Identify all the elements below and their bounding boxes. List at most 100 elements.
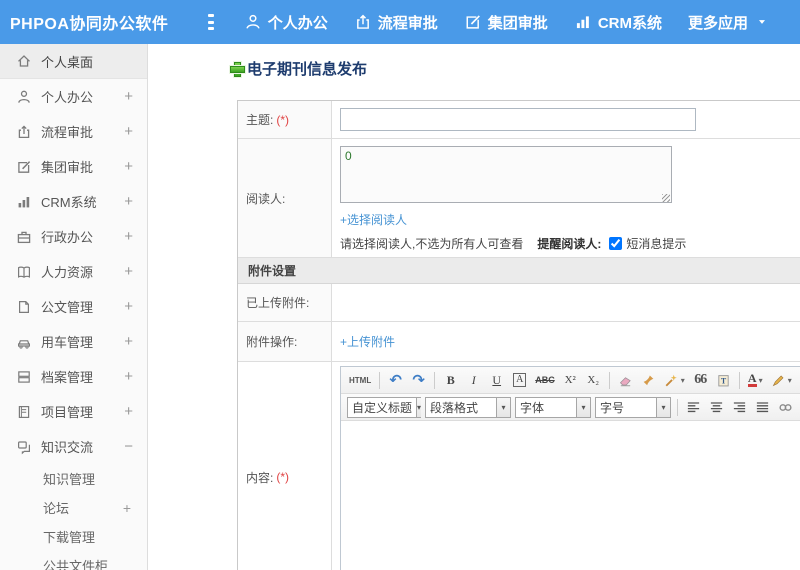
caret-down-icon[interactable]: ▾: [681, 376, 685, 385]
toolbar-separator: [608, 371, 610, 389]
underline-button[interactable]: U: [486, 370, 507, 391]
uploaded-attachments-row: 已上传附件:: [238, 284, 800, 322]
caret-down-icon[interactable]: ▾: [576, 397, 590, 417]
publish-form: 主题: (*) 阅读人: 0 +选择阅读人 请选择阅读人,不选为所有人可查看 提…: [237, 100, 800, 570]
eraser-button[interactable]: [615, 370, 636, 391]
sidebar-item-personal-office[interactable]: 个人办公 +: [0, 79, 147, 114]
font-border-button[interactable]: A: [509, 370, 530, 391]
highlight-button[interactable]: ▾: [768, 370, 795, 391]
expand-plus-icon[interactable]: +: [124, 263, 133, 280]
caret-down-icon[interactable]: ▾: [788, 376, 792, 385]
font-family-select[interactable]: 字体 ▾: [515, 396, 591, 418]
undo-icon: ↶: [389, 372, 402, 389]
sidebar-item-human-resources[interactable]: 人力资源 +: [0, 254, 147, 289]
hamburger-icon[interactable]: [208, 14, 214, 30]
reader-hint-text: 请选择阅读人,不选为所有人可查看: [340, 237, 524, 251]
sidebar-item-admin-office[interactable]: 行政办公 +: [0, 219, 147, 254]
sidebar-subitem-label: 下载管理: [43, 530, 96, 545]
redo-button[interactable]: ↷: [408, 370, 429, 391]
expand-plus-icon[interactable]: +: [124, 88, 133, 105]
chart-icon: [574, 13, 592, 31]
expand-plus-icon[interactable]: +: [123, 500, 131, 516]
font-size-select[interactable]: 字号 ▾: [595, 396, 671, 418]
expand-plus-icon[interactable]: +: [124, 123, 133, 140]
nav-item-personal-office[interactable]: 个人办公: [244, 12, 328, 33]
caret-down-icon[interactable]: ▾: [416, 397, 422, 417]
content-row: 内容: (*) HTML↶↷BIUAABCX²X₂▾66TA▾▾▾ 自定义标题▾…: [238, 362, 800, 570]
upload-attachment-link[interactable]: +上传附件: [340, 333, 395, 350]
blockquote-button[interactable]: 66: [690, 370, 711, 391]
justify-right-button[interactable]: [729, 397, 750, 418]
sms-remind-checkbox[interactable]: [609, 237, 623, 250]
expand-plus-icon[interactable]: +: [124, 403, 133, 420]
sidebar-item-vehicle-management[interactable]: 用车管理 +: [0, 324, 147, 359]
sidebar-subitem-public-file-cabinet[interactable]: 公共文件柜: [0, 551, 147, 570]
sidebar-item-label: CRM系统: [41, 195, 97, 210]
collapse-minus-icon[interactable]: −: [124, 438, 133, 455]
justify-left-button[interactable]: [683, 397, 704, 418]
sidebar-subitem-label: 论坛: [43, 501, 70, 516]
expand-plus-icon[interactable]: +: [124, 193, 133, 210]
paste-text-button[interactable]: T: [713, 370, 734, 391]
toolbar-separator: [434, 371, 436, 389]
justify-block-button[interactable]: [752, 397, 773, 418]
italic-button[interactable]: I: [463, 370, 484, 391]
subscript-button[interactable]: X₂: [583, 370, 604, 391]
caret-down-icon[interactable]: ▾: [759, 376, 763, 385]
sidebar-subitem-forum[interactable]: 论坛 +: [0, 493, 147, 522]
sidebar-item-archive-management[interactable]: 档案管理 +: [0, 359, 147, 394]
italic-icon: I: [471, 372, 476, 387]
sidebar-item-knowledge-exchange[interactable]: 知识交流 −: [0, 429, 147, 464]
caret-down-icon[interactable]: ▾: [656, 397, 670, 417]
select-value: 字号: [600, 400, 625, 415]
bold-button[interactable]: B: [440, 370, 461, 391]
auto-typeset-button[interactable]: ▾: [661, 370, 688, 391]
sidebar-item-group-approval[interactable]: 集团审批 +: [0, 149, 147, 184]
html-source-button[interactable]: HTML: [346, 370, 374, 391]
share-icon: [354, 13, 372, 31]
briefcase-icon: [16, 229, 32, 245]
reader-textarea[interactable]: 0: [340, 146, 672, 203]
eraser-icon: [618, 373, 633, 388]
caret-down-icon[interactable]: ▾: [496, 397, 510, 417]
expand-plus-icon[interactable]: +: [124, 158, 133, 175]
align-right-icon: [732, 400, 747, 415]
nav-item-crm-system[interactable]: CRM系统: [574, 12, 662, 33]
superscript-button[interactable]: X²: [560, 370, 581, 391]
select-reader-link[interactable]: +选择阅读人: [340, 213, 407, 227]
sidebar-subitem-knowledge-management[interactable]: 知识管理: [0, 464, 147, 493]
custom-title-select[interactable]: 自定义标题 ▾: [347, 396, 422, 418]
sidebar-item-label: 集团审批: [41, 160, 94, 175]
sidebar-item-label: 档案管理: [41, 370, 94, 385]
redo-icon: ↷: [412, 372, 425, 389]
sidebar-subitem-download-management[interactable]: 下载管理: [0, 522, 147, 551]
sidebar-item-workflow-approval[interactable]: 流程审批 +: [0, 114, 147, 149]
expand-plus-icon[interactable]: +: [124, 228, 133, 245]
link-button[interactable]: [775, 397, 796, 418]
sidebar-item-document-management[interactable]: 公文管理 +: [0, 289, 147, 324]
undo-button[interactable]: ↶: [385, 370, 406, 391]
paragraph-select[interactable]: 段落格式 ▾: [425, 396, 511, 418]
chart-icon: [16, 194, 32, 210]
font-color-button[interactable]: A ▾: [745, 370, 766, 391]
select-value: 字体: [520, 400, 545, 415]
format-brush-button[interactable]: [638, 370, 659, 391]
sidebar-item-project-management[interactable]: 项目管理 +: [0, 394, 147, 429]
expand-plus-icon[interactable]: +: [124, 298, 133, 315]
expand-plus-icon[interactable]: +: [124, 333, 133, 350]
nav-item-group-approval[interactable]: 集团审批: [464, 12, 548, 33]
home-icon: [16, 53, 32, 69]
expand-plus-icon[interactable]: +: [124, 368, 133, 385]
sidebar-item-personal-desktop[interactable]: 个人桌面: [0, 44, 147, 79]
nav-item-workflow-approval[interactable]: 流程审批: [354, 12, 438, 33]
blockquote-icon: 66: [694, 372, 707, 387]
subject-input[interactable]: [340, 108, 696, 131]
justify-center-button[interactable]: [706, 397, 727, 418]
strikethrough-button[interactable]: ABC: [532, 370, 558, 391]
nav-item-more-apps[interactable]: 更多应用: [688, 12, 774, 33]
top-nav: 个人办公 流程审批 集团审批 CRM系统 更多应用: [244, 12, 800, 33]
editor-content-area[interactable]: [341, 421, 800, 570]
editor-toolbar-row1: HTML↶↷BIUAABCX²X₂▾66TA▾▾▾: [341, 367, 800, 394]
attachment-ops-label: 附件操作:: [246, 335, 298, 349]
sidebar-item-crm-system[interactable]: CRM系统 +: [0, 184, 147, 219]
